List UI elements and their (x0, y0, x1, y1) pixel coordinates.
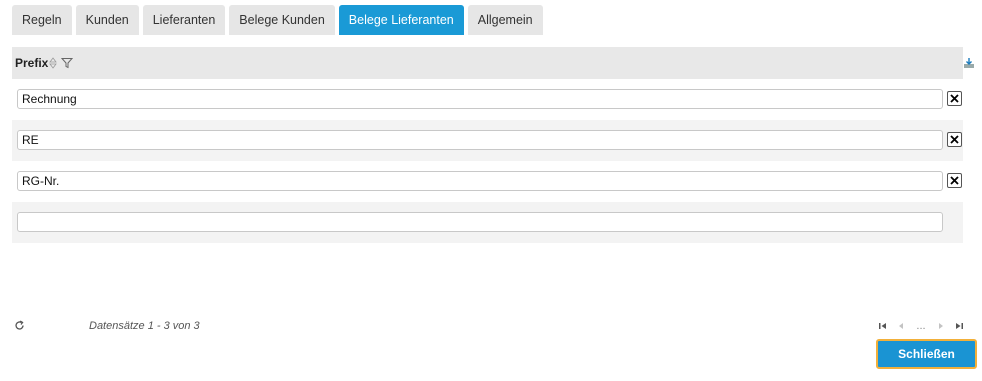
tab-bar: Regeln Kunden Lieferanten Belege Kunden … (12, 5, 543, 35)
first-page-icon[interactable] (878, 321, 888, 331)
column-header-prefix[interactable]: Prefix (15, 56, 48, 70)
delete-row-button[interactable] (947, 91, 962, 106)
next-page-icon[interactable] (936, 321, 946, 331)
table-row (12, 120, 963, 161)
new-prefix-input[interactable] (17, 212, 943, 232)
grid-header: Prefix (12, 47, 974, 79)
pager: ... (878, 320, 964, 332)
tab-lieferanten[interactable]: Lieferanten (142, 5, 226, 35)
new-row (12, 202, 963, 243)
delete-row-button[interactable] (947, 173, 962, 188)
tab-allgemein[interactable]: Allgemein (467, 5, 543, 35)
prev-page-icon[interactable] (896, 321, 906, 331)
prefix-input[interactable] (17, 130, 943, 150)
prefix-grid: Prefix (12, 47, 974, 243)
record-count: Datensätze 1 - 3 von 3 (89, 320, 200, 332)
refresh-icon[interactable] (14, 320, 25, 331)
close-icon (950, 94, 959, 103)
filter-icon[interactable] (61, 57, 74, 69)
close-icon (950, 176, 959, 185)
last-page-icon[interactable] (954, 321, 964, 331)
export-icon[interactable] (963, 57, 975, 69)
tab-belege-kunden[interactable]: Belege Kunden (229, 5, 335, 35)
close-button[interactable]: Schließen (876, 339, 977, 369)
close-icon (950, 135, 959, 144)
delete-row-button[interactable] (947, 132, 962, 147)
tab-regeln[interactable]: Regeln (12, 5, 72, 35)
prefix-input[interactable] (17, 89, 943, 109)
sort-icon[interactable] (49, 57, 58, 69)
tab-kunden[interactable]: Kunden (75, 5, 139, 35)
tab-belege-lieferanten[interactable]: Belege Lieferanten (338, 5, 464, 35)
pager-ellipsis: ... (916, 320, 926, 332)
table-row (12, 161, 963, 202)
prefix-input[interactable] (17, 171, 943, 191)
table-row (12, 79, 963, 120)
